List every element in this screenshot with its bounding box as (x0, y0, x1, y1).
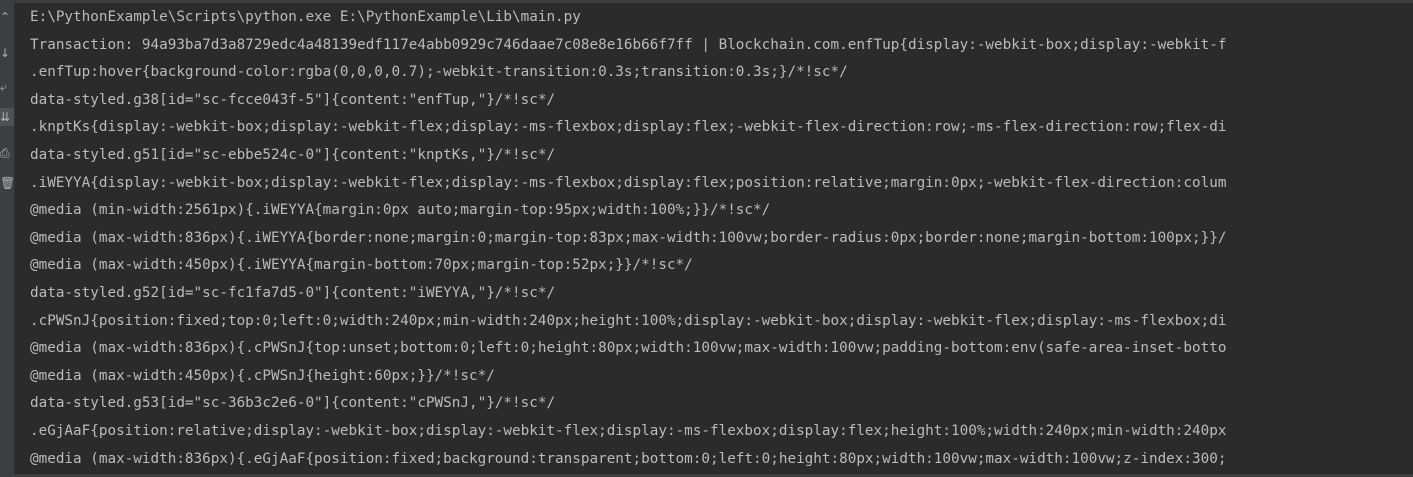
console-line: @media (max-width:450px){.cPWSnJ{height:… (30, 367, 495, 384)
console-line: E:\PythonExample\Scripts\python.exe E:\P… (30, 9, 581, 25)
console-toolbar: ⌃ ↓ ⤶ ⇊ ⎙ 🗑 (0, 0, 15, 477)
console-line: @media (max-width:836px){.iWEYYA{border:… (30, 229, 1227, 246)
console-line: .iWEYYA{display:-webkit-box;display:-web… (30, 174, 1227, 191)
run-console: ⌃ ↓ ⤶ ⇊ ⎙ 🗑 E:\PythonExample\Scripts\pyt… (0, 0, 1413, 477)
scroll-up-icon[interactable]: ⌃ (0, 8, 14, 26)
console-line: .eGjAaF{position:relative;display:-webki… (30, 422, 1227, 439)
console-line: data-styled.g53[id="sc-36b3c2e6-0"]{cont… (30, 395, 556, 412)
console-line: .knptKs{display:-webkit-box;display:-web… (30, 119, 1227, 136)
print-icon[interactable]: ⎙ (0, 144, 14, 162)
delete-icon[interactable]: 🗑 (0, 174, 14, 192)
console-line: .enfTup:hover{background-color:rgba(0,0,… (30, 64, 848, 81)
scroll-to-end-icon[interactable]: ⇊ (0, 108, 14, 126)
soft-wrap-icon[interactable]: ⤶ (0, 78, 14, 96)
console-output[interactable]: E:\PythonExample\Scripts\python.exe E:\P… (30, 4, 1413, 477)
console-line: data-styled.g52[id="sc-fc1fa7d5-0"]{cont… (30, 284, 556, 301)
console-line: @media (max-width:836px){.eGjAaF{positio… (30, 450, 1227, 467)
console-line: @media (min-width:2561px){.iWEYYA{margin… (30, 202, 771, 219)
console-line: data-styled.g38[id="sc-fcce043f-5"]{cont… (30, 91, 556, 108)
console-line: Transaction: 94a93ba7d3a8729edc4a48139ed… (30, 36, 1227, 53)
console-top-border (0, 0, 1413, 3)
console-line: @media (max-width:450px){.iWEYYA{margin-… (30, 257, 693, 274)
console-line: @media (max-width:836px){.cPWSnJ{top:uns… (30, 340, 1227, 357)
console-line: data-styled.g51[id="sc-ebbe524c-0"]{cont… (30, 146, 556, 163)
console-line: .cPWSnJ{position:fixed;top:0;left:0;widt… (30, 312, 1227, 329)
arrow-down-icon[interactable]: ↓ (0, 44, 14, 62)
